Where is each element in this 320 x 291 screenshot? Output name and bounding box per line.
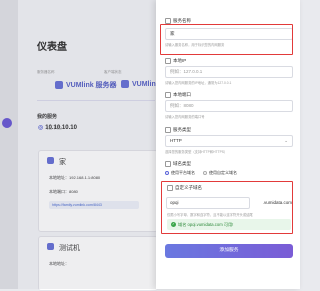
ip-label: 本地IP bbox=[165, 58, 186, 64]
ip-hint: 请输入您内网服务的IP地址，通常为127.0.0.1 bbox=[165, 81, 232, 85]
domain-type-label: 域名类型 bbox=[165, 161, 191, 167]
port-hint: 请输入您内网服务的端口号 bbox=[165, 115, 205, 119]
radio-selected-icon bbox=[165, 171, 169, 175]
chevron-down-icon: ⌄ bbox=[284, 138, 288, 143]
radio-unselected-icon bbox=[203, 171, 207, 175]
type-label: 服务类型 bbox=[165, 127, 191, 133]
highlight-box-subdomain bbox=[161, 181, 293, 234]
globe-icon bbox=[165, 161, 171, 167]
local-ip-input[interactable]: 例如：127.0.0.1 bbox=[165, 66, 293, 78]
highlight-box-name bbox=[160, 24, 293, 55]
radio-custom-domain[interactable]: 使用自定义域名 bbox=[203, 170, 237, 176]
domain-type-radios: 使用平台域名 使用自定义域名 bbox=[165, 170, 237, 176]
port-label: 本地端口 bbox=[165, 92, 191, 98]
radio-platform-domain[interactable]: 使用平台域名 bbox=[165, 170, 195, 176]
local-port-input[interactable]: 例如：8080 bbox=[165, 100, 293, 112]
ip-icon bbox=[165, 58, 171, 64]
service-type-select[interactable]: HTTP ⌄ bbox=[165, 135, 293, 147]
port-icon bbox=[165, 92, 171, 98]
add-service-button[interactable]: 添加服务 bbox=[165, 244, 293, 258]
type-hint: 选择您的服务类型（支持HTTP和HTTPS） bbox=[165, 150, 228, 154]
type-icon bbox=[165, 127, 171, 133]
